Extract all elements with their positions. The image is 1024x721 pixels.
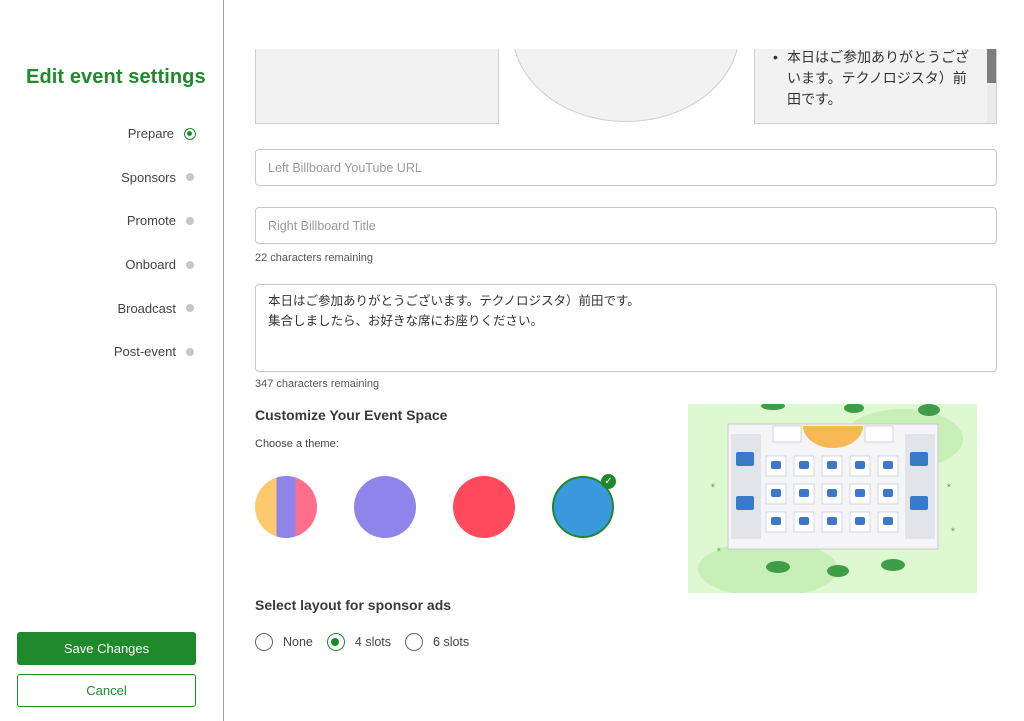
radio-option-none[interactable]: None <box>255 633 313 651</box>
step-active-dot-icon <box>184 127 196 140</box>
nav-item-sponsors[interactable]: Sponsors <box>0 156 224 200</box>
billboard-message-textarea[interactable]: 本日はご参加ありがとうございます。テクノロジスタ）前田です。 集合しましたら、お… <box>255 284 997 372</box>
nav-item-label: Onboard <box>125 257 176 273</box>
nav-item-label: Prepare <box>127 126 174 142</box>
radio-label: None <box>283 635 313 649</box>
step-dot-icon <box>186 173 194 182</box>
svg-text:✶: ✶ <box>716 546 722 554</box>
nav-item-promote[interactable]: Promote <box>0 199 224 243</box>
step-dot-icon <box>186 304 194 313</box>
step-dot-icon <box>186 347 194 356</box>
save-changes-button[interactable]: Save Changes <box>17 632 196 665</box>
radio-label: 4 slots <box>354 635 392 649</box>
right-billboard-title-input[interactable] <box>255 207 997 244</box>
nav-item-post-event[interactable]: Post-event <box>0 330 224 374</box>
nav-item-broadcast[interactable]: Broadcast <box>0 286 224 330</box>
left-billboard-url-input[interactable] <box>255 149 997 186</box>
svg-text:✶: ✶ <box>710 482 716 490</box>
customize-event-space-title: Customize Your Event Space <box>255 407 448 423</box>
radio-option-4-slots[interactable]: 4 slots <box>326 633 392 651</box>
svg-text:✶: ✶ <box>950 526 956 534</box>
step-dot-icon <box>186 260 194 269</box>
radio-button-icon[interactable] <box>405 633 424 651</box>
theme-option-multicolor[interactable] <box>255 476 317 538</box>
nav-item-label: Promote <box>126 213 176 229</box>
theme-option-red[interactable] <box>453 476 515 538</box>
sidebar-title: Edit event settings <box>26 66 206 88</box>
radio-label: 6 slots <box>433 635 470 649</box>
preview-scroll-thumb[interactable] <box>987 49 996 83</box>
radio-button-icon[interactable] <box>255 633 273 651</box>
nav-item-label: Sponsors <box>121 169 176 185</box>
sponsor-layout-title: Select layout for sponsor ads <box>255 597 452 613</box>
event-space-illustration: ✶ ✶ ✶ ✶ <box>698 404 963 593</box>
sponsor-layout-options: None 4 slots 6 slots <box>255 633 483 651</box>
theme-option-blue[interactable]: ✓ <box>552 474 616 538</box>
theme-option-purple[interactable] <box>354 476 416 538</box>
cancel-button[interactable]: Cancel <box>17 674 196 707</box>
svg-text:✶: ✶ <box>946 482 952 490</box>
preview-list: 本日はご参加ありがとうございます。テクノロジスタ）前田です。 <box>773 47 973 110</box>
message-characters-remaining: 347 characters remaining <box>255 378 380 390</box>
nav-item-label: Broadcast <box>117 300 176 316</box>
nav-item-label: Post-event <box>113 344 176 360</box>
step-dot-icon <box>186 216 194 225</box>
choose-theme-label: Choose a theme: <box>255 438 339 450</box>
nav-item-onboard[interactable]: Onboard <box>0 243 224 287</box>
event-space-preview: ✶ ✶ ✶ ✶ <box>688 404 977 593</box>
check-icon: ✓ <box>601 474 616 489</box>
top-bar <box>225 0 1024 49</box>
radio-button-selected-icon[interactable] <box>326 633 345 651</box>
radio-option-6-slots[interactable]: 6 slots <box>405 633 469 651</box>
settings-nav: Prepare Sponsors Promote Onboard Broadca… <box>0 112 224 374</box>
settings-sidebar: Edit event settings Prepare Sponsors Pro… <box>0 0 224 721</box>
nav-item-prepare[interactable]: Prepare <box>0 112 224 156</box>
title-characters-remaining: 22 characters remaining <box>255 252 374 264</box>
preview-text: 本日はご参加ありがとうございます。テクノロジスタ）前田です。 <box>773 47 973 110</box>
